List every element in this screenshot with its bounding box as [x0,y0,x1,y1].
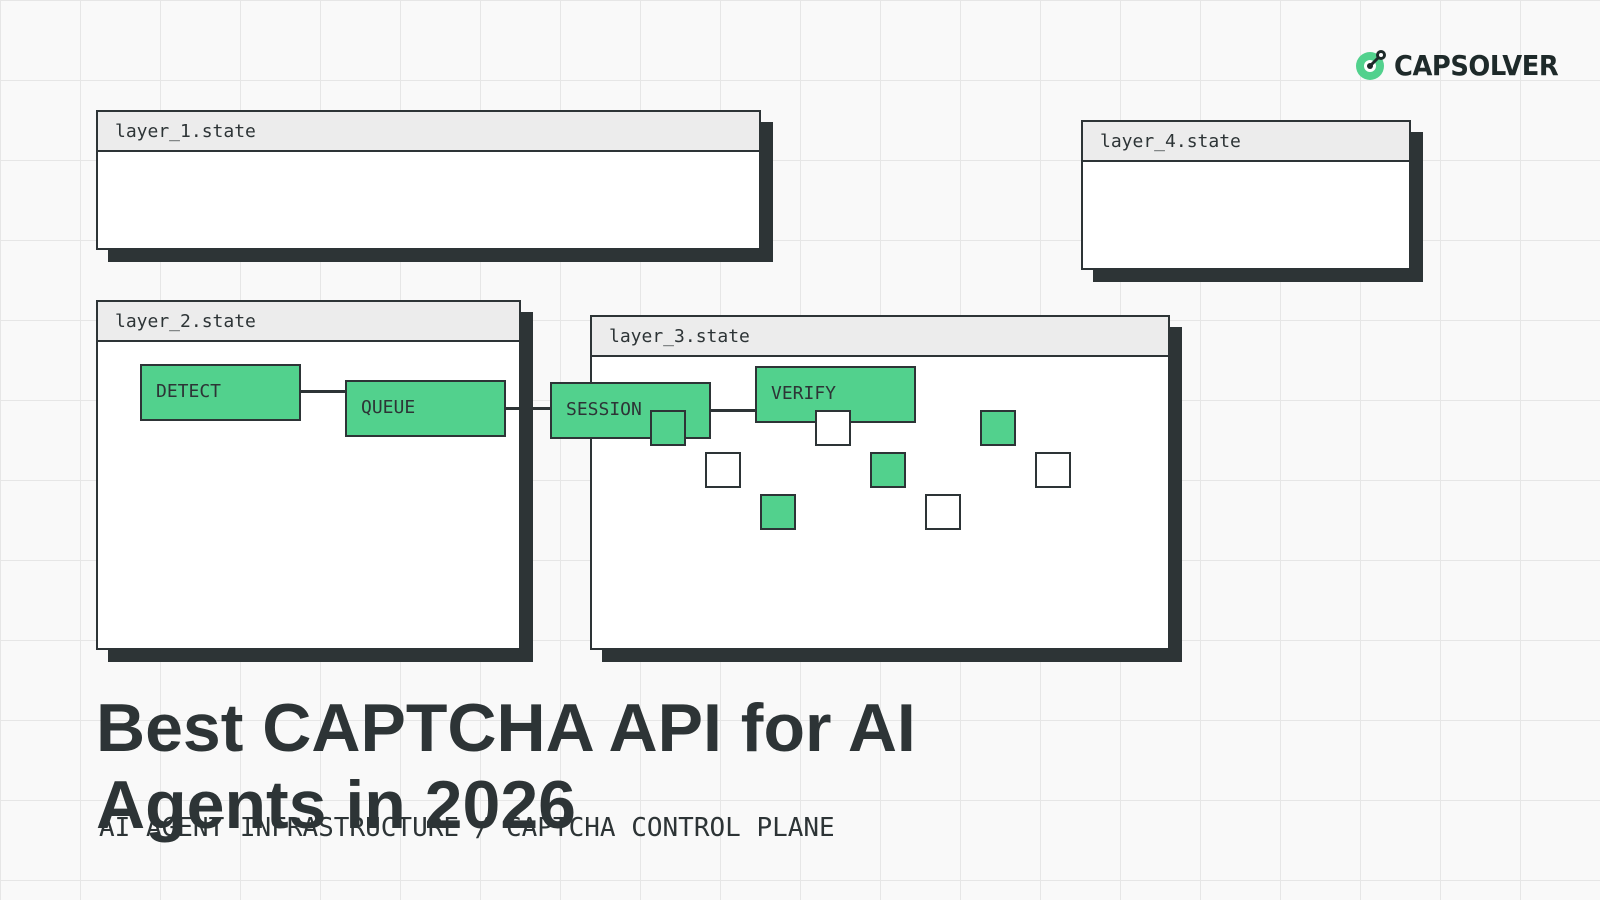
layer-1-window: layer_1.state [96,110,761,250]
capsolver-logo-icon [1356,50,1386,80]
state-cell [870,452,906,488]
pipeline-node-session: SESSION [550,382,711,439]
state-cell [705,452,741,488]
state-cell [760,494,796,530]
layer-1-titlebar: layer_1.state [98,112,759,152]
connector-queue-session [505,407,551,410]
brand-name: CAPSOLVER [1394,48,1559,82]
pipeline-node-queue: QUEUE [345,380,506,437]
pipeline-node-detect: DETECT [140,364,301,421]
layer-2-window: layer_2.state [96,300,521,650]
connector-session-verify [710,409,756,412]
page-subtitle: AI AGENT INFRASTRUCTURE / CAPTCHA CONTRO… [99,813,835,843]
state-cell [980,410,1016,446]
layer-2-titlebar: layer_2.state [98,302,519,342]
state-cell [650,410,686,446]
layer-4-window: layer_4.state [1081,120,1411,270]
capsolver-logo: CAPSOLVER [1353,46,1573,84]
state-cell [1035,452,1071,488]
connector-detect-queue [301,390,347,393]
layer-3-titlebar: layer_3.state [592,317,1168,357]
state-cell [815,410,851,446]
layer-4-titlebar: layer_4.state [1083,122,1409,162]
state-cell [925,494,961,530]
